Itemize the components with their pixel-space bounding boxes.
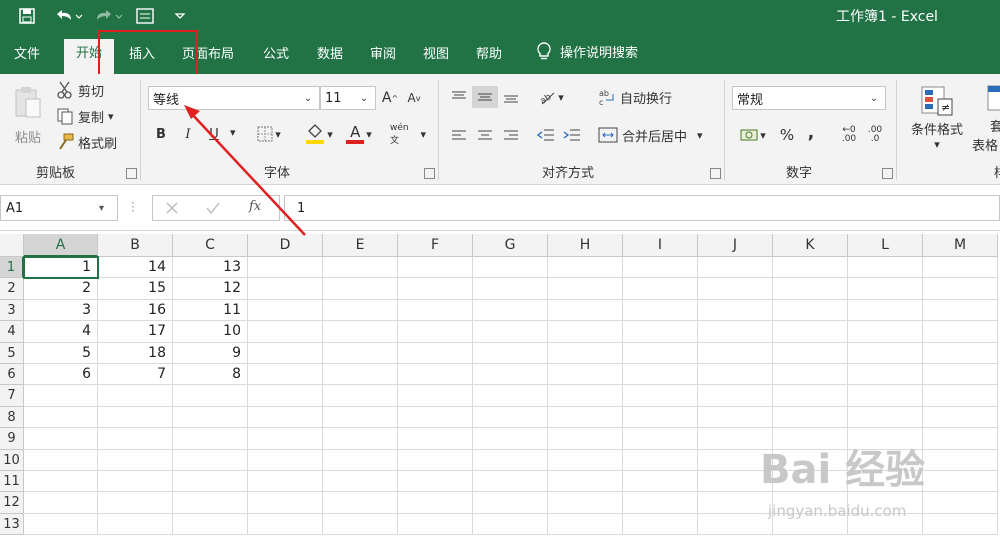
watermark-url: jingyan.baidu.com (768, 502, 907, 520)
watermark-logo: Bai 经验 (760, 447, 926, 493)
